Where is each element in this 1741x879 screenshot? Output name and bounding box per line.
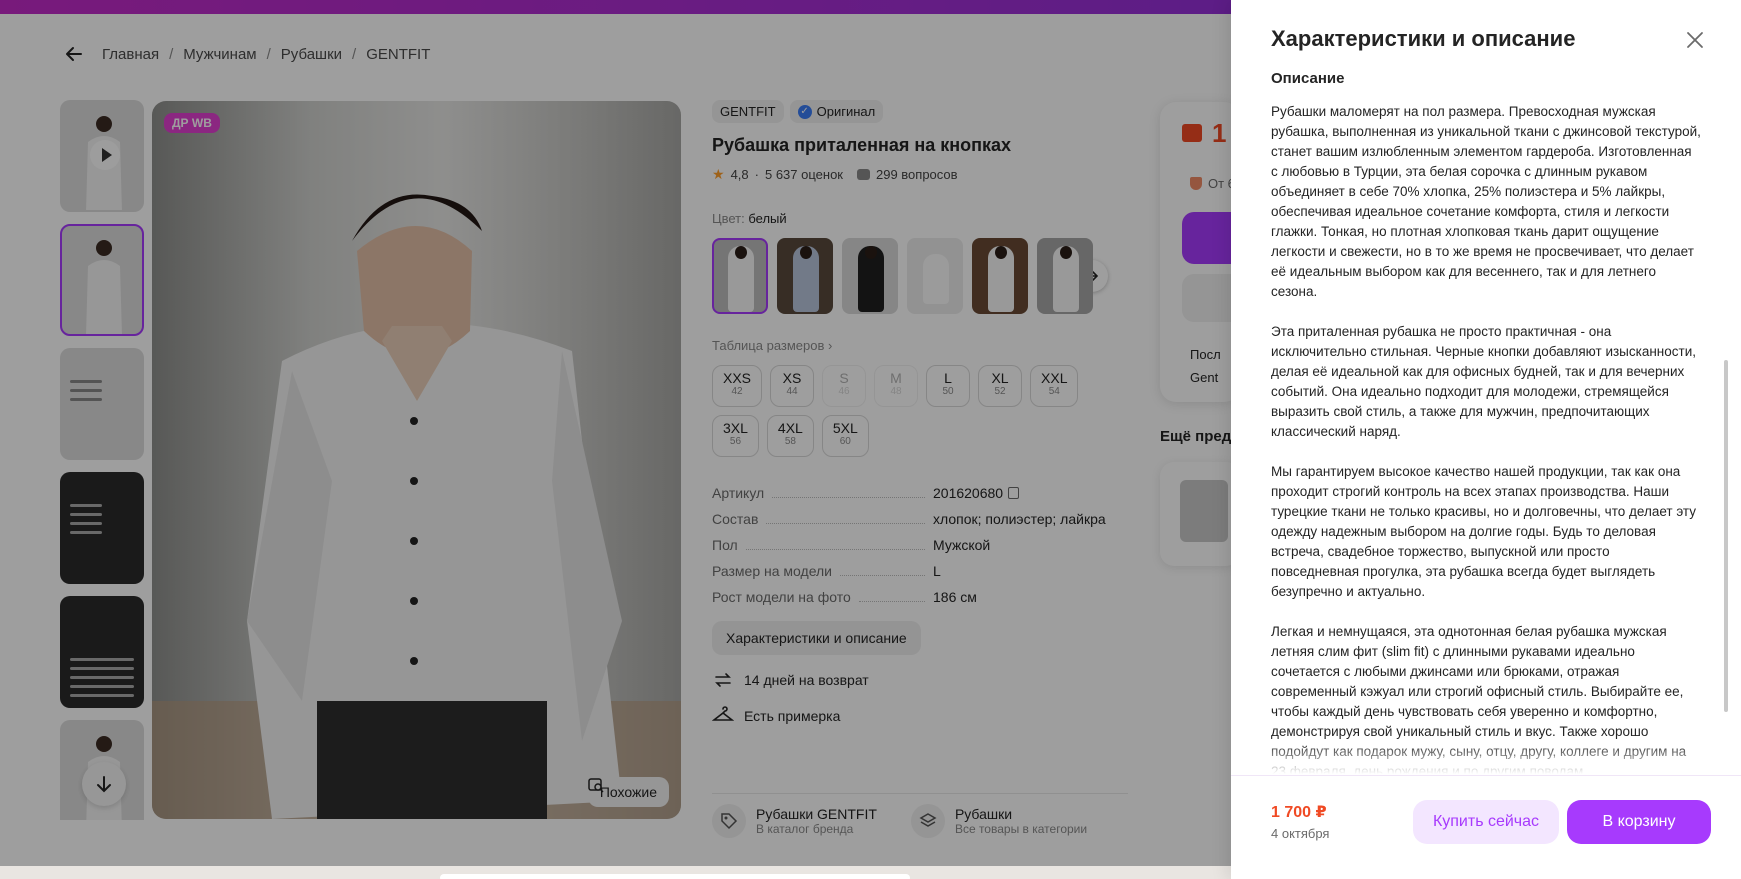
buy-now-button[interactable]: Купить сейчас (1413, 800, 1559, 844)
panel-scrollbar[interactable] (1724, 360, 1728, 712)
characteristics-panel: Характеристики и описание Описание Рубаш… (1231, 0, 1741, 879)
panel-title: Характеристики и описание (1271, 26, 1576, 51)
add-to-cart-button[interactable]: В корзину (1567, 800, 1711, 844)
panel-subtitle: Описание (1271, 70, 1345, 87)
panel-footer: 1 700 ₽ 4 октября Купить сейчас В корзин… (1231, 775, 1741, 879)
modal-backdrop[interactable] (0, 0, 1231, 879)
bottom-pill (440, 874, 910, 879)
footer-price: 1 700 ₽ (1271, 804, 1327, 821)
footer-delivery-date: 4 октября (1271, 826, 1330, 841)
close-icon[interactable] (1683, 28, 1707, 52)
description-paragraph: Эта приталенная рубашка не просто практи… (1271, 324, 1696, 439)
description-text: Рубашки маломерят на пол размера. Превос… (1271, 102, 1701, 774)
text-fade (1231, 742, 1741, 774)
description-paragraph: Мы гарантируем высокое качество нашей пр… (1271, 464, 1696, 599)
description-paragraph: Рубашки маломерят на пол размера. Превос… (1271, 104, 1701, 299)
